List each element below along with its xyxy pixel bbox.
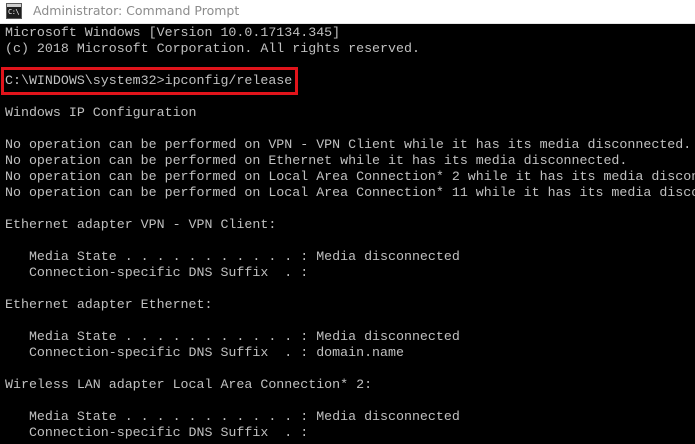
console-line: Connection-specific DNS Suffix . : domai… bbox=[5, 345, 404, 360]
console-lines: Microsoft Windows [Version 10.0.17134.34… bbox=[5, 25, 695, 441]
console-line: Media State . . . . . . . . . . . : Medi… bbox=[5, 329, 460, 344]
console-line: No operation can be performed on Local A… bbox=[5, 169, 695, 184]
console-line: No operation can be performed on Etherne… bbox=[5, 153, 628, 168]
window-title: Administrator: Command Prompt bbox=[33, 3, 240, 18]
console-line: (c) 2018 Microsoft Corporation. All righ… bbox=[5, 41, 420, 56]
console-line: Ethernet adapter Ethernet: bbox=[5, 297, 213, 312]
console-line: Connection-specific DNS Suffix . : bbox=[5, 425, 309, 440]
console-line: No operation can be performed on Local A… bbox=[5, 185, 695, 200]
console-output-area[interactable]: Microsoft Windows [Version 10.0.17134.34… bbox=[0, 24, 695, 444]
console-line: No operation can be performed on VPN - V… bbox=[5, 137, 692, 152]
console-line: Microsoft Windows [Version 10.0.17134.34… bbox=[5, 25, 341, 40]
cmd-icon-bar bbox=[7, 4, 21, 7]
console-line: Connection-specific DNS Suffix . : bbox=[5, 265, 309, 280]
console-line: Media State . . . . . . . . . . . : Medi… bbox=[5, 409, 460, 424]
cmd-icon[interactable]: C:\ bbox=[6, 3, 22, 19]
console-line: Media State . . . . . . . . . . . : Medi… bbox=[5, 249, 460, 264]
console-line: Ethernet adapter VPN - VPN Client: bbox=[5, 217, 277, 232]
cmd-icon-glyph: C:\ bbox=[8, 8, 20, 16]
console-line: Wireless LAN adapter Local Area Connecti… bbox=[5, 377, 373, 392]
title-bar[interactable]: C:\ Administrator: Command Prompt bbox=[0, 0, 695, 24]
console-line: Windows IP Configuration bbox=[5, 105, 197, 120]
command-prompt-window: C:\ Administrator: Command Prompt Micros… bbox=[0, 0, 695, 444]
command-line-highlighted: C:\WINDOWS\system32>ipconfig/release bbox=[5, 73, 293, 88]
